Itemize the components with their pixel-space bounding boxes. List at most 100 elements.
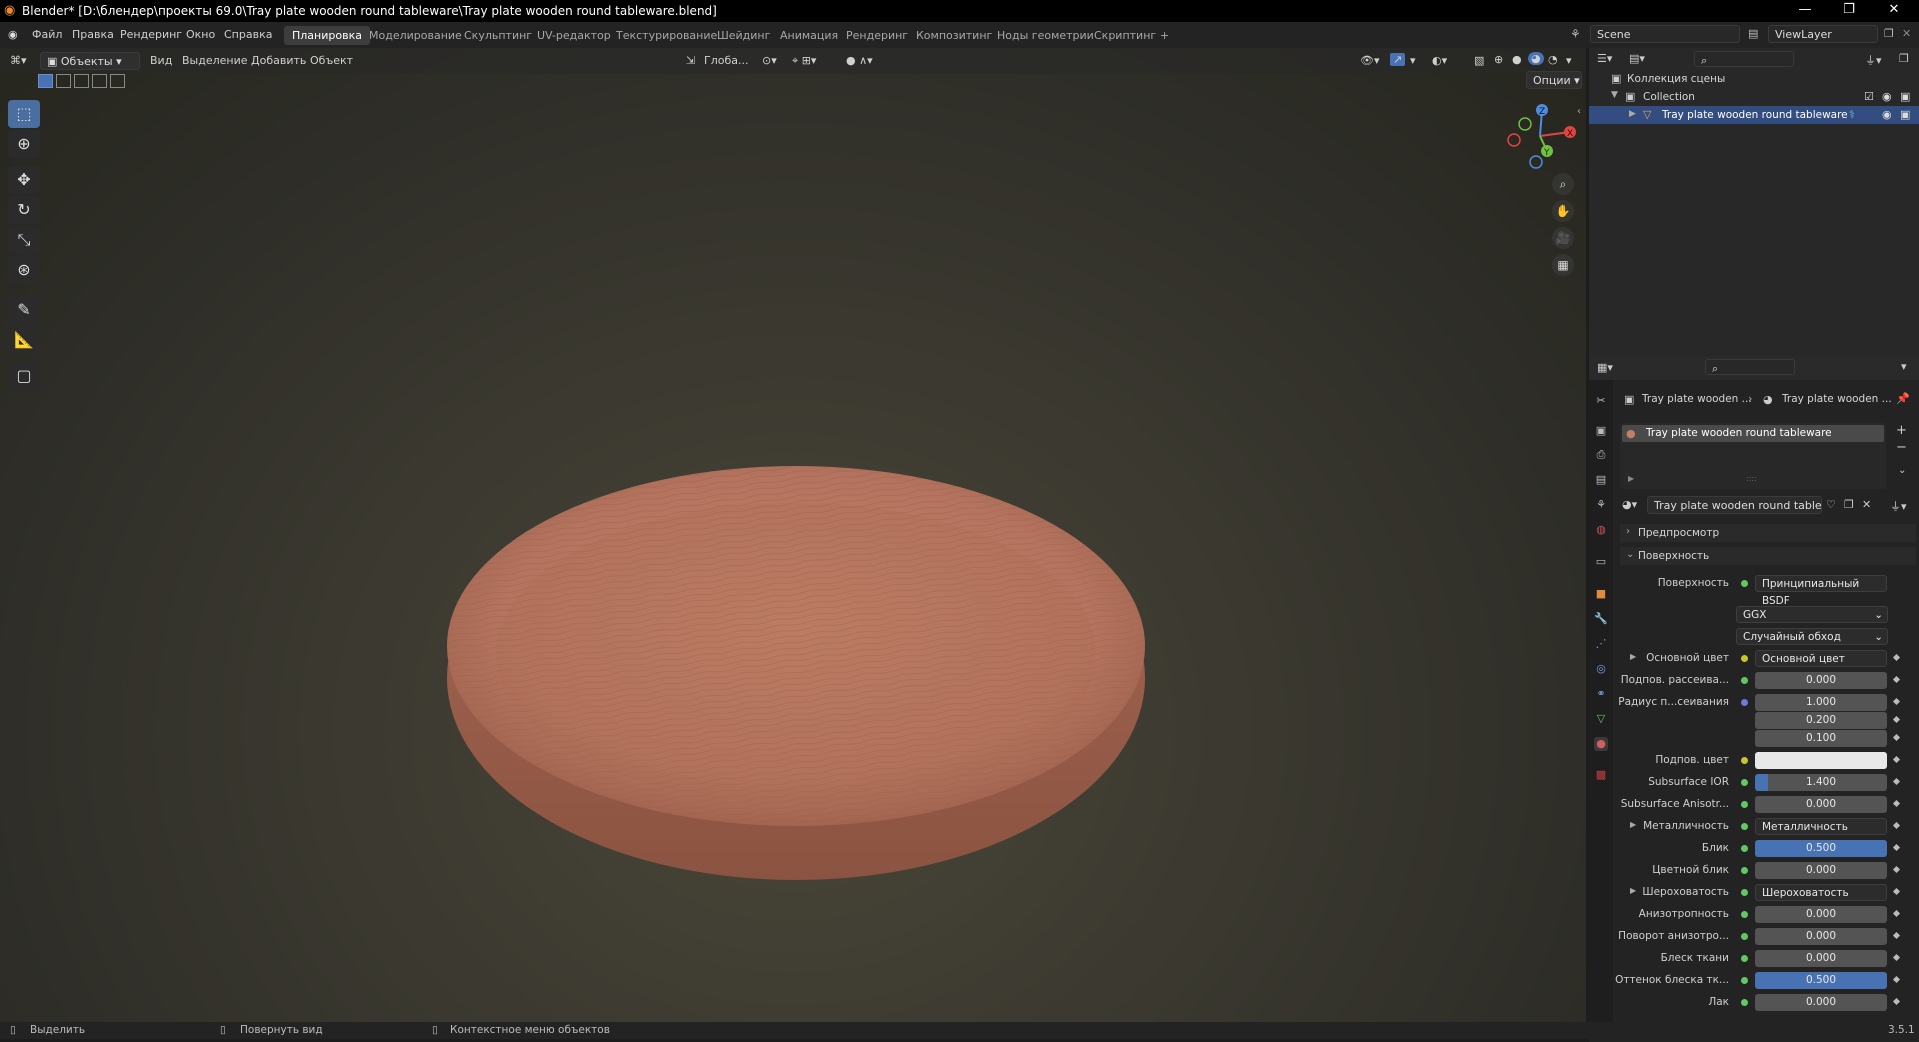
unlink-material-icon[interactable]: ✕ [1862,498,1871,511]
tab-rendering[interactable]: Рендеринг [838,26,916,45]
socket-icon[interactable] [1741,867,1748,874]
viewport-menu-object[interactable]: Объект [310,54,353,67]
viewport-menu-add[interactable]: Добавить [251,54,306,67]
keyframe-icon[interactable] [1892,755,1901,764]
socket-icon[interactable] [1741,889,1748,896]
particles-tab-icon[interactable]: ⋰ [1594,637,1608,651]
number-field[interactable]: 0.000 [1755,796,1887,813]
close-icon[interactable]: ✕ [1879,2,1909,17]
outliner-row-collection[interactable]: ▼ ▣ Collection ☑ ◉ ▣ [1589,88,1919,106]
socket-icon[interactable] [1741,823,1748,830]
3d-viewport[interactable] [0,48,1586,1022]
solid-shading-icon[interactable]: ● [1512,53,1522,66]
outliner-editor-icon[interactable]: ☰▾ [1597,52,1612,65]
transform-tool-icon[interactable]: ⊛ [8,256,40,284]
neg-x-axis-icon[interactable] [1507,133,1521,147]
keyframe-icon[interactable] [1892,799,1901,808]
keyframe-icon[interactable] [1892,821,1901,830]
tab-uv-editing[interactable]: UV-редактор [529,26,619,45]
resize-handle-icon[interactable]: :::: [1746,474,1757,483]
surface-shader-field[interactable]: Принципиальный BSDF [1755,575,1887,607]
material-name-field[interactable]: Tray plate wooden round tableware [1647,496,1822,514]
perspective-grid-icon[interactable]: ▦ [1552,254,1574,276]
node-link-icon[interactable]: ⏚▾ [1890,498,1907,514]
tab-modeling[interactable]: Моделирование [361,26,470,45]
keyframe-icon[interactable] [1892,887,1901,896]
remove-slot-icon[interactable]: − [1896,440,1907,455]
number-field[interactable]: 0.000 [1755,862,1887,879]
viewlayer-selector[interactable]: ViewLayer [1768,25,1878,43]
exclude-checkbox-icon[interactable]: ☑ [1864,90,1874,103]
tab-sculpting[interactable]: Скульптинг [456,26,540,45]
tab-geometry-nodes[interactable]: Ноды геометрии [989,26,1102,45]
socket-icon[interactable] [1741,933,1748,940]
expand-input-icon[interactable]: ▶ [1630,652,1636,661]
viewport-menu-select[interactable]: Выделение [182,54,248,67]
socket-icon[interactable] [1741,911,1748,918]
modifier-icon[interactable]: ⚕ [1849,108,1855,121]
keyframe-icon[interactable] [1892,909,1901,918]
move-tool-icon[interactable]: ✥ [8,166,40,194]
gizmo-dropdown-icon[interactable]: ▾ [1410,54,1416,67]
properties-editor-icon[interactable]: ▦▾ [1597,361,1613,374]
overlay-icon[interactable]: ◐▾ [1432,54,1447,67]
distribution-dropdown[interactable]: GGX ⌄ [1736,606,1888,623]
sidebar-toggle-icon[interactable]: ‹ [1577,106,1581,117]
tab-layout[interactable]: Планировка [284,26,370,45]
data-tab-icon[interactable]: ▽ [1594,712,1608,726]
number-field[interactable]: 0.200 [1755,712,1887,729]
number-field[interactable]: 1.400 [1755,774,1887,791]
tool-tab-icon[interactable]: ✂ [1594,394,1608,408]
blender-menu-icon[interactable]: ◉ [8,28,18,41]
gizmo-toggle-icon[interactable]: ↗ [1390,53,1406,66]
socket-icon[interactable] [1741,955,1748,962]
proportional-icon[interactable]: ● ∧▾ [846,54,873,67]
viewport-menu-view[interactable]: Вид [150,54,172,67]
rendered-shading-icon[interactable]: ◔ [1548,53,1558,66]
linked-input-field[interactable]: Шероховатость [1755,884,1887,901]
socket-icon[interactable] [1741,779,1748,786]
menu-file[interactable]: Файл [32,28,62,41]
xray-icon[interactable]: ▧ [1474,54,1484,67]
tab-animation[interactable]: Анимация [772,26,846,45]
material-shading-icon[interactable]: ◕ [1528,52,1544,65]
rotate-tool-icon[interactable]: ↻ [8,196,40,224]
eye-icon[interactable]: ◉ [1882,108,1892,121]
linked-input-field[interactable]: Металличность [1755,818,1887,835]
output-tab-icon[interactable]: ⎙ [1594,448,1608,462]
render-tab-icon[interactable]: ▣ [1594,424,1608,438]
tab-texture-paint[interactable]: Текстурирование [608,26,725,45]
wireframe-shading-icon[interactable]: ⊕ [1494,53,1503,66]
properties-options-icon[interactable]: ▾ [1901,360,1907,373]
display-mode-icon[interactable]: ▤▾ [1629,52,1645,65]
keyframe-icon[interactable] [1892,697,1901,706]
socket-icon[interactable] [1741,977,1748,984]
material-browse-icon[interactable]: ◕▾ [1622,498,1637,511]
scale-tool-icon[interactable]: ⤡ [8,226,40,254]
keyframe-icon[interactable] [1892,675,1901,684]
menu-render[interactable]: Рендеринг [120,28,182,41]
eye-icon[interactable]: ◉ [1882,90,1892,103]
remove-viewlayer-icon[interactable]: ✕ [1902,27,1911,40]
subsurface-method-dropdown[interactable]: Случайный обход ⌄ [1736,628,1888,645]
socket-icon[interactable] [1741,677,1748,684]
expand-input-icon[interactable]: ▶ [1630,886,1636,895]
menu-edit[interactable]: Правка [72,28,114,41]
menu-window[interactable]: Окно [186,28,215,41]
keyframe-icon[interactable] [1892,715,1901,724]
socket-icon[interactable] [1741,999,1748,1006]
add-cube-tool-icon[interactable]: ▢ [8,362,40,390]
tab-compositing[interactable]: Композитинг [908,26,1000,45]
pivot-icon[interactable]: ⊙▾ [762,54,777,67]
texture-tab-icon[interactable]: ▩ [1594,768,1608,782]
duplicate-material-icon[interactable]: ❐ [1844,498,1854,511]
disclosure-down-icon[interactable]: ▼ [1611,90,1618,100]
keyframe-icon[interactable] [1892,653,1901,662]
outliner-row-scene-collection[interactable]: ▣ Коллекция сцены [1589,70,1919,88]
keyframe-icon[interactable] [1892,953,1901,962]
number-field[interactable]: 0.500 [1755,840,1887,857]
editor-type-icon[interactable]: ⌘▾ [10,54,27,67]
constraints-tab-icon[interactable]: ⚭ [1594,687,1608,701]
select-invert-icon[interactable] [92,74,107,88]
fake-user-icon[interactable]: ♡ [1826,498,1836,511]
